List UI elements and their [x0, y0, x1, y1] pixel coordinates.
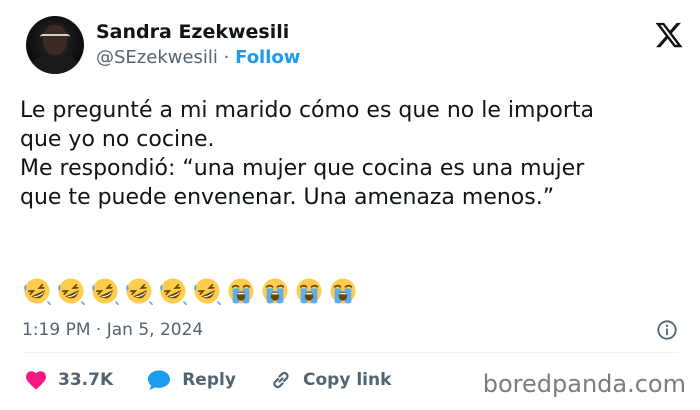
reply-label: Reply	[182, 370, 236, 390]
emoji-row	[22, 276, 362, 310]
speech-bubble-icon	[148, 370, 171, 390]
handle[interactable]: @SEzekwesili	[96, 47, 218, 68]
action-bar: 33.7K Reply Copy link	[24, 368, 419, 396]
reply-button[interactable]: Reply	[146, 368, 236, 392]
loudly-crying-face-icon	[228, 278, 254, 304]
avatar[interactable]	[26, 16, 84, 74]
divider	[22, 352, 678, 353]
tweet-line: Le pregunté a mi marido cómo es que no l…	[20, 98, 594, 123]
like-count: 33.7K	[58, 370, 114, 390]
tweet-line: Me respondió: “una mujer que cocina es u…	[20, 156, 585, 181]
rolling-on-floor-laughing-icon	[24, 278, 52, 306]
loudly-crying-face-icon	[330, 278, 356, 304]
info-icon[interactable]	[656, 319, 678, 341]
loudly-crying-face-icon	[296, 278, 322, 304]
display-name[interactable]: Sandra Ezekwesili	[96, 19, 300, 45]
copy-link-button[interactable]: Copy link	[269, 368, 391, 392]
timestamp[interactable]: 1:19 PM · Jan 5, 2024	[22, 318, 203, 342]
tweet-header: Sandra Ezekwesili @SEzekwesili · Follow	[26, 16, 686, 78]
watermark: boredpanda.com	[482, 370, 686, 398]
copy-link-label: Copy link	[303, 370, 392, 390]
avatar-glasses	[40, 34, 70, 42]
rolling-on-floor-laughing-icon	[58, 278, 86, 306]
author-info: Sandra Ezekwesili @SEzekwesili · Follow	[96, 19, 300, 71]
x-logo-icon[interactable]	[654, 20, 684, 50]
like-button[interactable]: 33.7K	[24, 368, 113, 392]
tweet-line: que yo no cocine.	[20, 127, 215, 152]
rolling-on-floor-laughing-icon	[126, 278, 154, 306]
link-icon	[273, 371, 289, 389]
rolling-on-floor-laughing-icon	[92, 278, 120, 306]
rolling-on-floor-laughing-icon	[160, 278, 188, 306]
follow-button[interactable]: Follow	[235, 47, 300, 68]
loudly-crying-face-icon	[262, 278, 288, 304]
avatar-shoulders	[30, 54, 80, 74]
handle-separator: ·	[223, 47, 230, 68]
handle-row: @SEzekwesili · Follow	[96, 45, 300, 71]
heart-icon	[26, 371, 46, 390]
rolling-on-floor-laughing-icon	[194, 278, 222, 306]
tweet-line: que te puede envenenar. Una amenaza meno…	[20, 185, 555, 210]
tweet-text: Le pregunté a mi marido cómo es que no l…	[20, 96, 685, 212]
